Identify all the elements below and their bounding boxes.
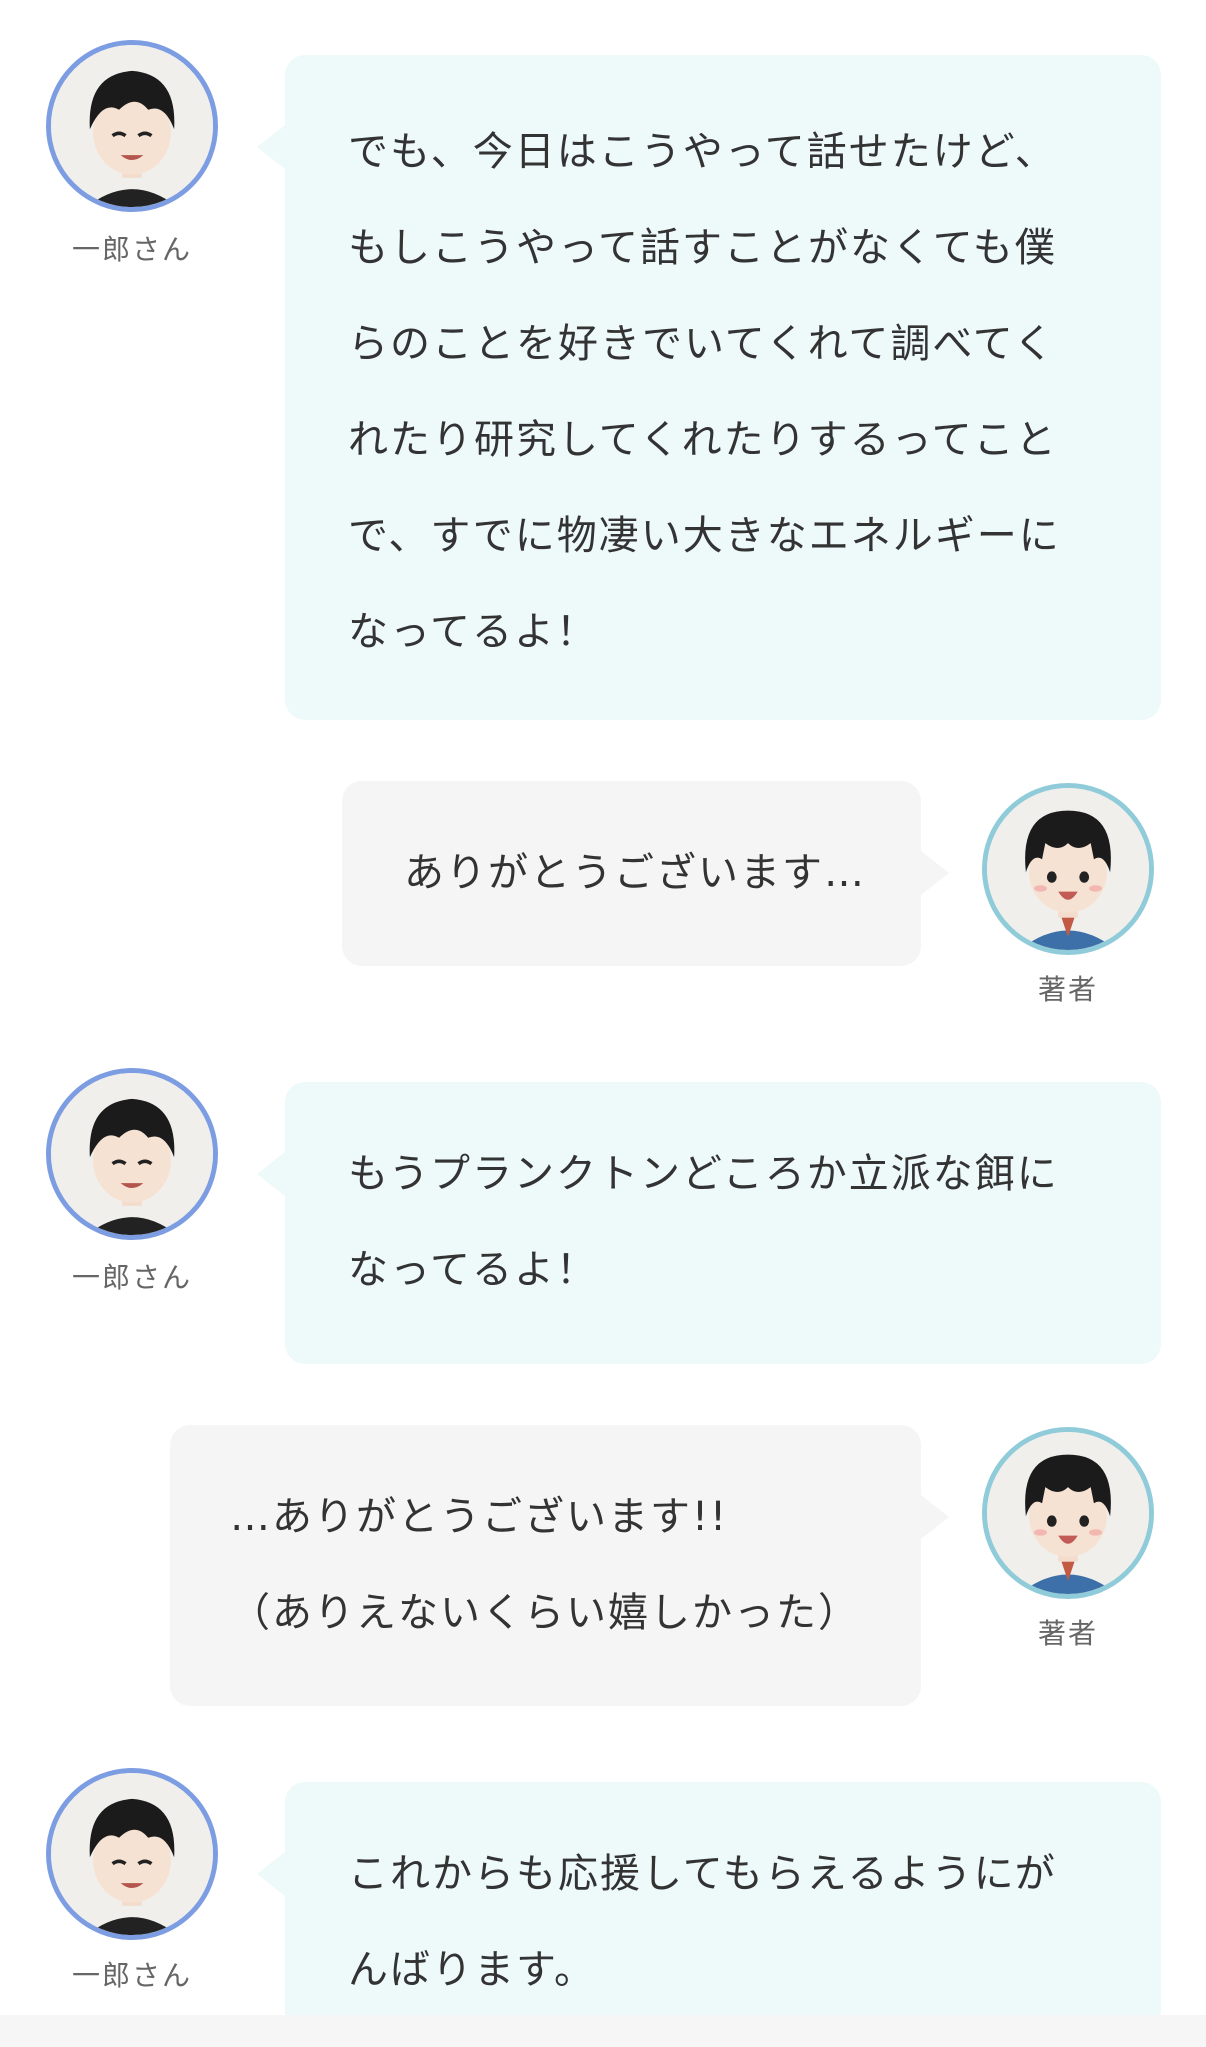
message-line: （ありえないくらい嬉しかった） [230, 1590, 860, 1636]
message-bubble: もうプランクトンどころか立派な餌に なってるよ！ [257, 1082, 1161, 1364]
bottom-toolbar [0, 2015, 1206, 2047]
message-bubble: でも、今日はこうやって話せたけど、 もしこうやって話すことがなくても僕 らのこと… [257, 55, 1161, 720]
message-line: ありがとうございます… [404, 850, 866, 896]
message-line: もうプランクトンどころか立派な餌に [348, 1151, 1059, 1197]
message-line: なってるよ！ [348, 1247, 598, 1293]
message-line: れたり研究してくれたりするってこと [348, 417, 1058, 463]
ichiro-avatar-icon [46, 1768, 218, 1940]
author-avatar-icon [982, 783, 1154, 955]
speaker-name: 著者 [1037, 1617, 1098, 1650]
message-line: で、すでに物凄い大きなエネルギーに [348, 513, 1061, 559]
message-bubble: …ありがとうございます!! （ありえないくらい嬉しかった） [170, 1425, 949, 1706]
author-avatar-icon [982, 1427, 1154, 1599]
message-line: …ありがとうございます!! [230, 1494, 729, 1540]
message-line: これからも応援してもらえるようにが [348, 1851, 1057, 1897]
message-line: なってるよ！ [348, 609, 598, 655]
message-line: んばります。 [348, 1947, 596, 1993]
speaker-name: 一郎さん [71, 1959, 192, 1992]
message-line: でも、今日はこうやって話せたけど、 [348, 129, 1057, 175]
message-bubble: これからも応援してもらえるようにが んばります。 [257, 1782, 1161, 2032]
message-line: もしこうやって話すことがなくても僕 [348, 225, 1057, 271]
message-line: らのことを好きでいてくれて調べてく [348, 321, 1056, 367]
ichiro-avatar-icon [46, 1068, 218, 1240]
speaker-name: 一郎さん [71, 233, 192, 266]
speaker-name: 一郎さん [71, 1261, 192, 1294]
message-bubble: ありがとうございます… [342, 781, 949, 966]
speaker-name: 著者 [1037, 973, 1098, 1006]
ichiro-avatar-icon [46, 40, 218, 212]
